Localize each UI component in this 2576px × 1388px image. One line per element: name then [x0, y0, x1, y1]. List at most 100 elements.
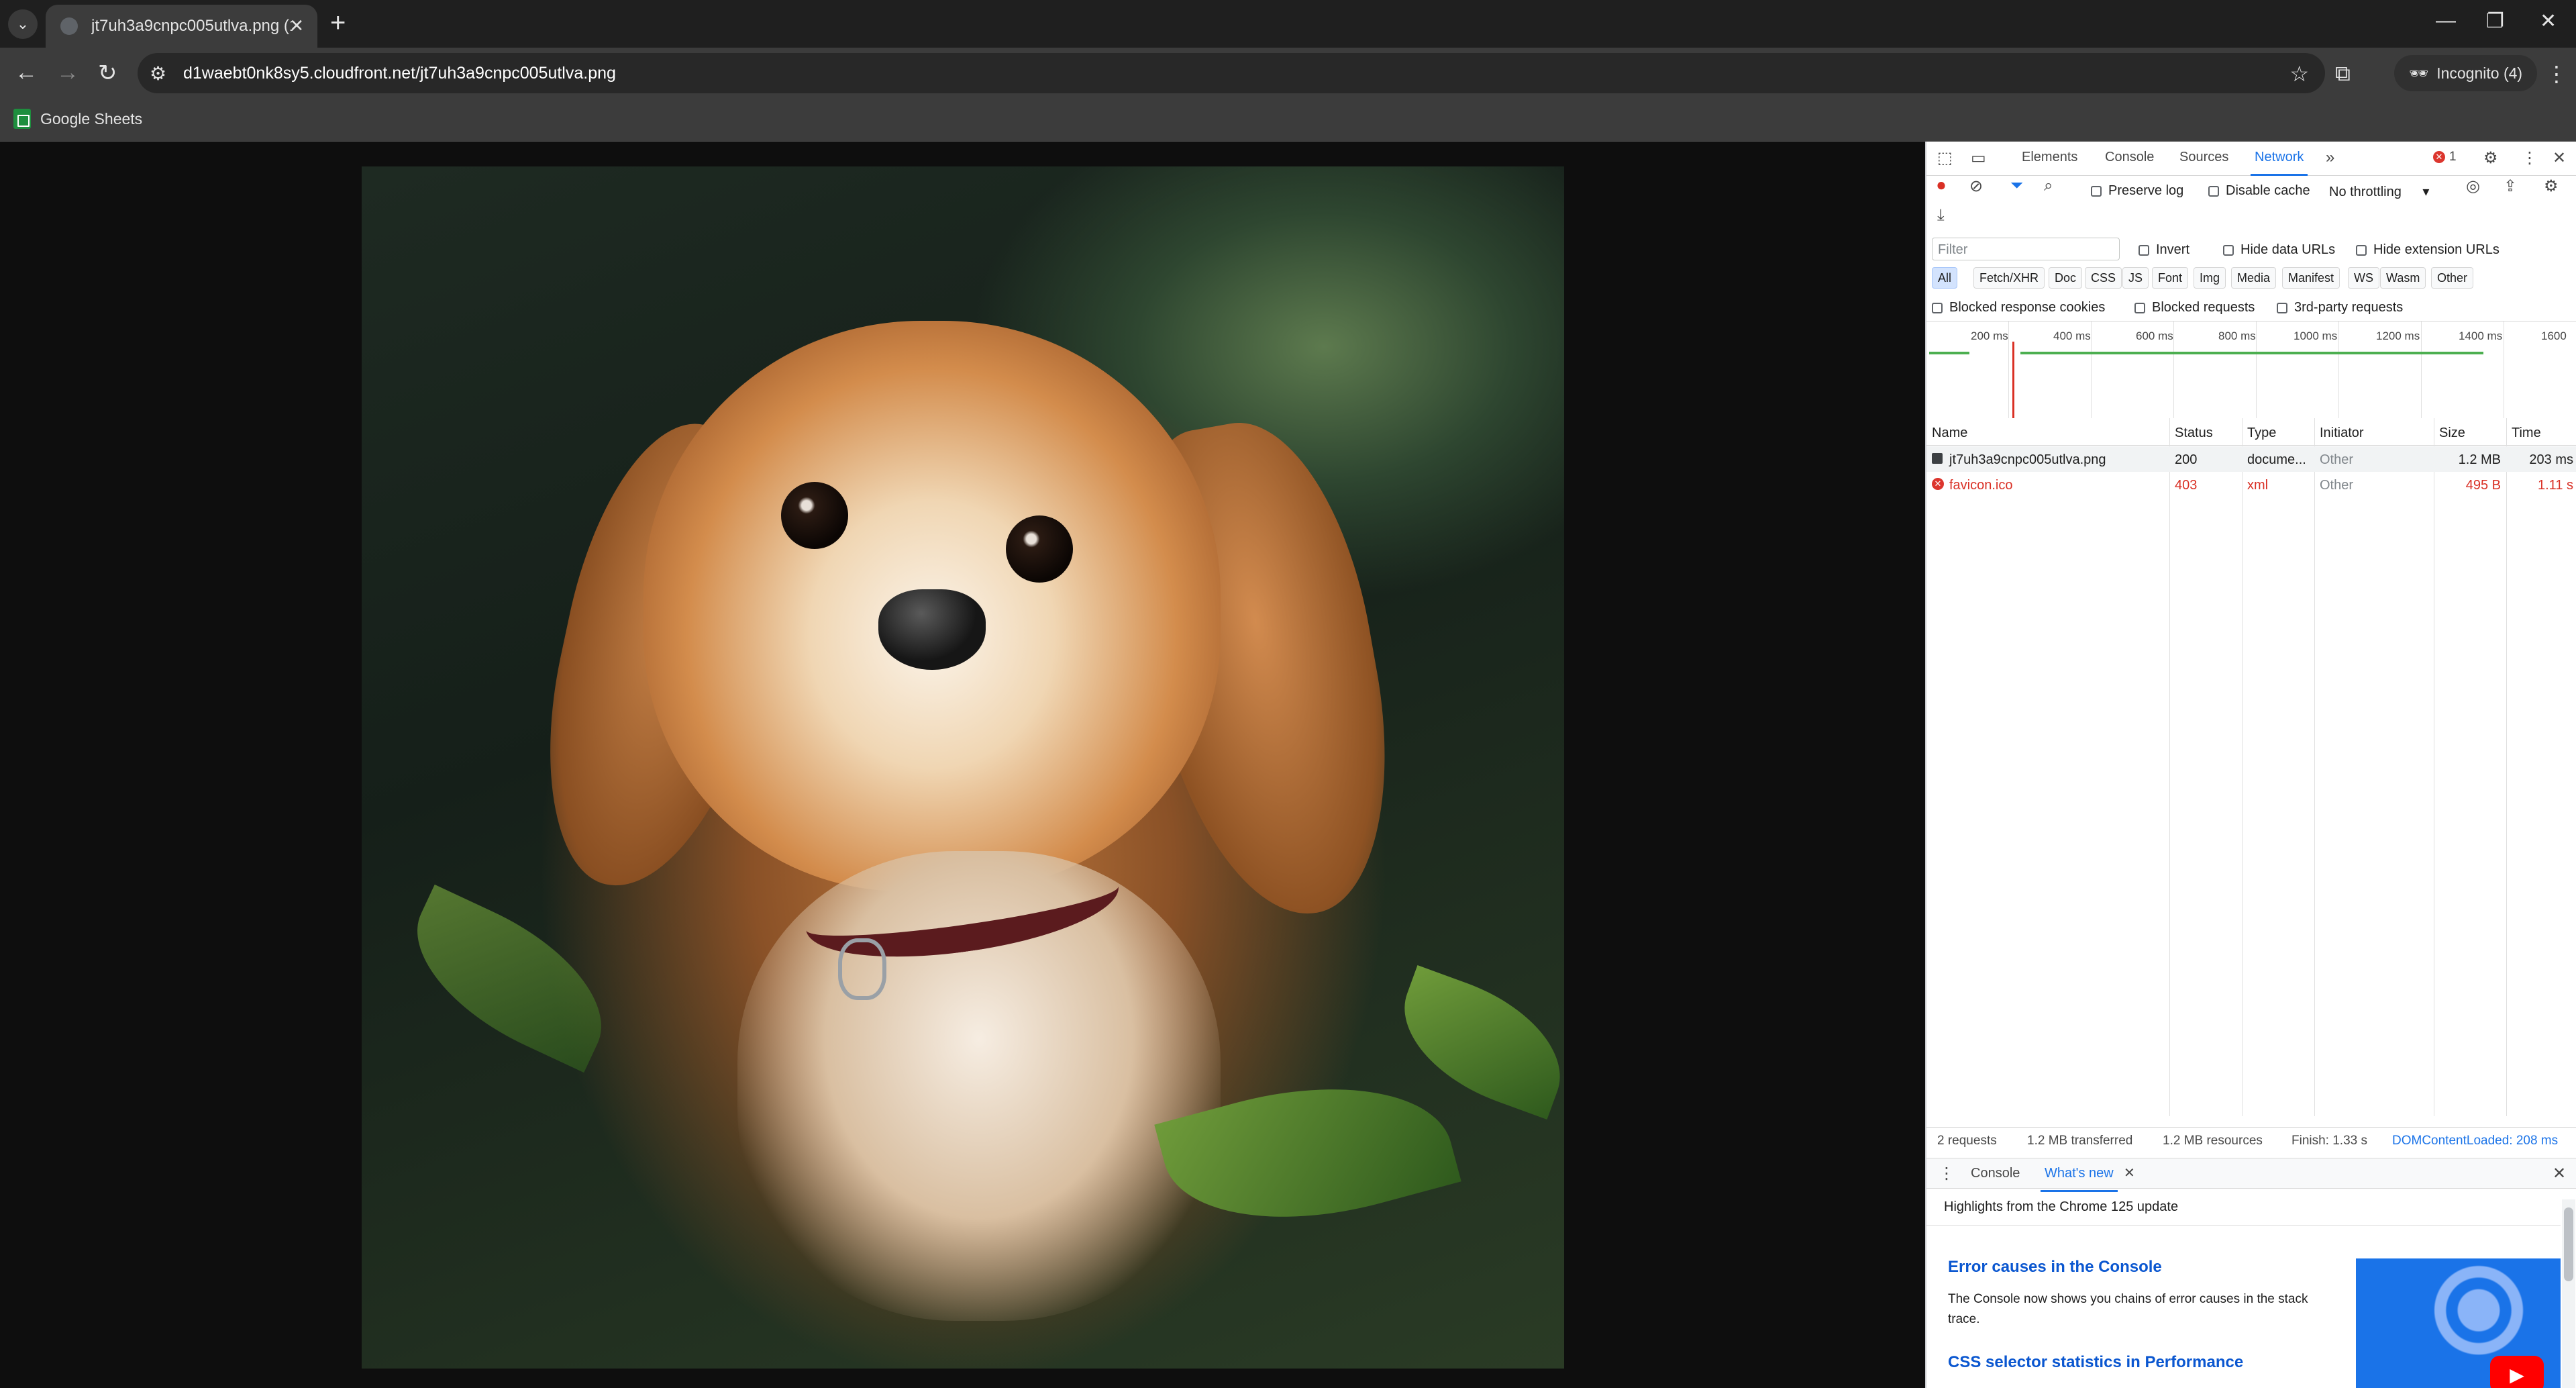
- column-name[interactable]: Name: [1932, 426, 1967, 441]
- column-status[interactable]: Status: [2175, 426, 2213, 441]
- type-filter-fetch-xhr[interactable]: Fetch/XHR: [1973, 267, 2045, 289]
- checkbox[interactable]: [2356, 244, 2367, 256]
- close-devtools-icon[interactable]: ✕: [2553, 148, 2566, 168]
- preserve-log-checkbox[interactable]: Preserve log: [2091, 183, 2183, 199]
- type-filter-wasm[interactable]: Wasm: [2380, 267, 2426, 289]
- feature-title-link[interactable]: Error causes in the Console: [1948, 1258, 2162, 1277]
- more-tabs-icon[interactable]: »: [2326, 148, 2334, 167]
- close-window-icon[interactable]: ✕: [2540, 9, 2557, 33]
- tab-network[interactable]: Network: [2250, 150, 2308, 176]
- clear-icon[interactable]: ⊘: [1969, 177, 1983, 196]
- extensions-icon[interactable]: ⧉: [2335, 61, 2351, 87]
- type-filter-js[interactable]: JS: [2122, 267, 2149, 289]
- type-filter-doc[interactable]: Doc: [2049, 267, 2083, 289]
- checkbox[interactable]: [2208, 185, 2219, 197]
- timeline-overview[interactable]: 200 ms 400 ms 600 ms 800 ms 1000 ms 1200…: [1926, 321, 2576, 419]
- device-toolbar-icon[interactable]: ▭: [1971, 148, 1986, 168]
- hide-extension-urls-checkbox[interactable]: Hide extension URLs: [2356, 242, 2500, 258]
- import-har-icon[interactable]: ⇪: [2504, 177, 2517, 196]
- new-tab-button[interactable]: +: [330, 8, 346, 38]
- third-party-requests-checkbox[interactable]: 3rd-party requests: [2277, 300, 2403, 315]
- summary-requests: 2 requests: [1937, 1134, 1997, 1148]
- reload-icon[interactable]: ↻: [98, 60, 117, 87]
- back-icon[interactable]: ←: [15, 60, 38, 86]
- checkbox[interactable]: [2223, 244, 2234, 256]
- site-info-icon[interactable]: ⚙: [150, 62, 166, 85]
- address-bar[interactable]: ⚙ d1waebt0nk8sy5.cloudfront.net/jt7uh3a9…: [138, 53, 2325, 93]
- column-time[interactable]: Time: [2512, 426, 2541, 441]
- filter-input[interactable]: Filter: [1932, 238, 2120, 260]
- error-count-badge[interactable]: ✕ 1: [2433, 150, 2457, 164]
- puppy-image[interactable]: [362, 166, 1564, 1369]
- feature-title-link[interactable]: CSS selector statistics in Performance: [1948, 1353, 2243, 1372]
- youtube-play-icon[interactable]: ▶: [2490, 1356, 2544, 1388]
- throttling-select[interactable]: No throttling ▾: [2329, 183, 2429, 200]
- filter-icon[interactable]: ⏷: [2010, 177, 2023, 195]
- blocked-requests-checkbox[interactable]: Blocked requests: [2134, 300, 2255, 315]
- type-filter-manifest[interactable]: Manifest: [2282, 267, 2340, 289]
- close-tab-icon[interactable]: ✕: [2124, 1164, 2135, 1181]
- network-settings-icon[interactable]: ⚙: [2544, 177, 2559, 196]
- drawer-tab-whats-new[interactable]: What's new: [2041, 1166, 2118, 1192]
- bookmark-star-icon[interactable]: ☆: [2289, 61, 2309, 87]
- close-icon[interactable]: ✕: [289, 15, 304, 36]
- url-text[interactable]: d1waebt0nk8sy5.cloudfront.net/jt7uh3a9cn…: [183, 64, 616, 83]
- menu-kebab-icon[interactable]: ⋮: [2546, 61, 2567, 87]
- inspect-element-icon[interactable]: ⬚: [1937, 148, 1953, 168]
- timeline-tick: 1200 ms: [2376, 330, 2420, 342]
- settings-gear-icon[interactable]: ⚙: [2483, 148, 2498, 168]
- type-filter-all[interactable]: All: [1932, 267, 1958, 289]
- minimize-icon[interactable]: —: [2436, 9, 2456, 32]
- drawer-scrollbar[interactable]: [2562, 1199, 2575, 1388]
- export-har-icon[interactable]: ⤓: [1937, 206, 1945, 225]
- tab-search-button[interactable]: ⌄: [8, 9, 38, 39]
- timeline-gridline: [2091, 321, 2092, 419]
- browser-tab[interactable]: jt7uh3a9cnpc005utlva.png (1024 ✕: [46, 5, 317, 48]
- checkbox[interactable]: [2139, 244, 2149, 256]
- disable-cache-checkbox[interactable]: Disable cache: [2208, 183, 2310, 199]
- network-conditions-icon[interactable]: ◎: [2466, 177, 2480, 196]
- checkbox[interactable]: [2091, 185, 2102, 197]
- tab-elements[interactable]: Elements: [2022, 150, 2077, 165]
- type-filter-media[interactable]: Media: [2231, 267, 2277, 289]
- invert-checkbox[interactable]: Invert: [2139, 242, 2189, 258]
- checkbox[interactable]: [2134, 302, 2145, 313]
- timeline-tick: 1000 ms: [2294, 330, 2338, 342]
- restore-icon[interactable]: ❐: [2486, 9, 2504, 33]
- drawer-menu-icon[interactable]: ⋮: [1939, 1164, 1955, 1183]
- search-icon[interactable]: ⌕: [2044, 177, 2053, 195]
- checkbox[interactable]: [2277, 302, 2287, 313]
- video-thumbnail[interactable]: ▶: [2356, 1258, 2561, 1388]
- drawer-tab-console[interactable]: Console: [1971, 1166, 2020, 1181]
- column-initiator[interactable]: Initiator: [2320, 426, 2364, 441]
- summary-transferred: 1.2 MB transferred: [2027, 1134, 2133, 1148]
- tab-console[interactable]: Console: [2105, 150, 2154, 165]
- type-filter-font[interactable]: Font: [2152, 267, 2189, 289]
- table-row[interactable]: jt7uh3a9cnpc005utlva.png 200 docume... O…: [1926, 446, 2576, 472]
- table-row[interactable]: ✕ favicon.ico 403 xml Other 495 B 1.11 s: [1926, 472, 2576, 497]
- request-name[interactable]: favicon.ico: [1949, 478, 2013, 493]
- tab-sources[interactable]: Sources: [2179, 150, 2228, 165]
- devtools-panel: ⬚ ▭ Elements Console Sources Network » ✕…: [1925, 142, 2576, 1388]
- checkbox[interactable]: [1932, 302, 1943, 313]
- incognito-profile-button[interactable]: 🕶 Incognito (4): [2394, 55, 2538, 91]
- column-size[interactable]: Size: [2439, 426, 2465, 441]
- type-filter-ws[interactable]: WS: [2348, 267, 2379, 289]
- summary-domcontentloaded: DOMContentLoaded: 208 ms: [2392, 1134, 2559, 1148]
- type-filter-other[interactable]: Other: [2431, 267, 2474, 289]
- devtools-menu-icon[interactable]: ⋮: [2522, 148, 2538, 168]
- record-icon[interactable]: ⏺: [1937, 177, 1945, 195]
- request-name[interactable]: jt7uh3a9cnpc005utlva.png: [1949, 452, 2106, 468]
- bookmark-google-sheets[interactable]: Google Sheets: [13, 109, 142, 129]
- type-filter-css[interactable]: CSS: [2085, 267, 2122, 289]
- column-type[interactable]: Type: [2247, 426, 2276, 441]
- type-filter-img[interactable]: Img: [2194, 267, 2226, 289]
- blocked-response-cookies-checkbox[interactable]: Blocked response cookies: [1932, 300, 2105, 315]
- network-summary-bar: 2 requests 1.2 MB transferred 1.2 MB res…: [1926, 1127, 2576, 1153]
- forward-icon[interactable]: →: [56, 60, 79, 86]
- feature-description: The Console now shows you chains of erro…: [1948, 1292, 2308, 1326]
- scrollbar-thumb[interactable]: [2564, 1207, 2573, 1281]
- drawer-tabbar: ⋮ Console What's new ✕ ✕: [1926, 1158, 2576, 1192]
- hide-data-urls-checkbox[interactable]: Hide data URLs: [2223, 242, 2335, 258]
- close-drawer-icon[interactable]: ✕: [2553, 1164, 2566, 1183]
